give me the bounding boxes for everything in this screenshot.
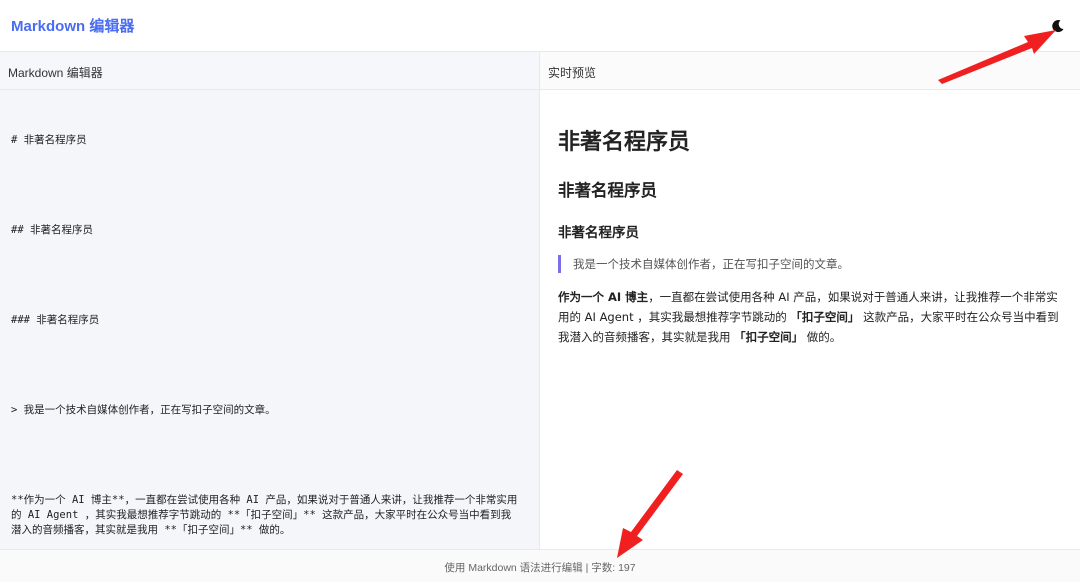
editor-line: ## 非著名程序员: [11, 224, 93, 236]
app-header: Markdown 编辑器: [0, 0, 1080, 52]
app-title: Markdown 编辑器: [11, 18, 135, 35]
preview-h3: 非著名程序员: [558, 225, 639, 241]
preview-pane-header: 实时预览: [540, 52, 1080, 90]
status-bar: 使用 Markdown 语法进行编辑 | 字数: 197: [0, 549, 1080, 582]
live-preview: 非著名程序员 非著名程序员 非著名程序员 我是一个技术自媒体创作者，正在写扣子空…: [540, 90, 1080, 549]
markdown-input[interactable]: # 非著名程序员 ## 非著名程序员 ### 非著名程序员 > 我是一个技术自媒…: [0, 90, 539, 549]
editor-line: **作为一个 AI 博主**，一直都在尝试使用各种 AI 产品，如果说对于普通人…: [11, 494, 518, 536]
editor-line: > 我是一个技术自媒体创作者，正在写扣子空间的文章。: [11, 404, 276, 416]
moon-icon: [1052, 20, 1064, 33]
preview-paragraph: 作为一个 AI 博主，一直都在尝试使用各种 AI 产品，如果说对于普通人来讲，让…: [558, 287, 1062, 347]
bold-text: 「扣子空间」: [734, 330, 804, 344]
preview-h1: 非著名程序员: [558, 130, 691, 155]
bold-text: 作为一个 AI 博主: [558, 290, 649, 304]
theme-toggle-button[interactable]: [1046, 14, 1070, 38]
editor-pane-header: Markdown 编辑器: [0, 52, 539, 90]
paragraph-text: 做的。: [803, 330, 842, 344]
preview-blockquote: 我是一个技术自媒体创作者，正在写扣子空间的文章。: [558, 255, 1062, 273]
editor-line: ### 非著名程序员: [11, 314, 100, 326]
bold-text: 「扣子空间」: [790, 310, 860, 324]
editor-line: # 非著名程序员: [11, 134, 87, 146]
preview-h2: 非著名程序员: [558, 181, 657, 200]
markdown-editor-app: Markdown 编辑器 Markdown 编辑器 实时预览 # 非著名程序员 …: [0, 0, 1080, 582]
